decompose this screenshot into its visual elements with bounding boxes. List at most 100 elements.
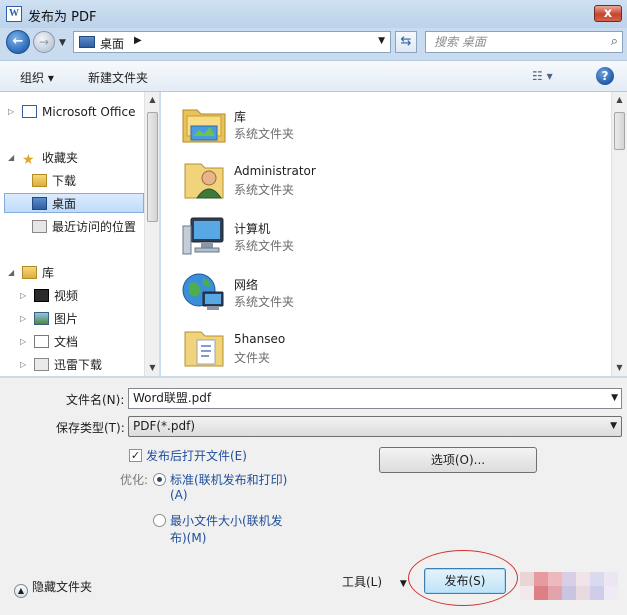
expand-arrow-icon[interactable]: ▷ bbox=[20, 309, 26, 329]
nav-item-pictures[interactable]: ▷ 图片 bbox=[20, 309, 78, 329]
filetype-select[interactable]: PDF(*.pdf) ▼ bbox=[128, 416, 622, 437]
file-list-scroll-thumb[interactable] bbox=[614, 112, 625, 150]
filename-field[interactable]: Word联盟.pdf ▼ bbox=[128, 388, 622, 409]
scroll-down-arrow-icon[interactable]: ▼ bbox=[612, 360, 627, 376]
options-button[interactable]: 选项(O)... bbox=[379, 447, 537, 473]
back-button[interactable]: ← bbox=[6, 30, 30, 54]
scroll-down-arrow-icon[interactable]: ▼ bbox=[145, 360, 159, 376]
library-folder-icon bbox=[181, 102, 227, 146]
forward-button[interactable]: → bbox=[33, 31, 55, 53]
expand-arrow-icon[interactable]: ▷ bbox=[20, 286, 26, 306]
nav-item-downloads[interactable]: 下载 bbox=[32, 171, 76, 191]
close-button[interactable]: x bbox=[594, 5, 622, 22]
address-bar[interactable]: 桌面 ▶ ▼ bbox=[73, 31, 391, 53]
chevron-down-icon[interactable]: ▼ bbox=[378, 36, 385, 46]
organize-menu[interactable]: 组织 ▾ bbox=[20, 69, 54, 86]
help-button[interactable]: ? bbox=[596, 67, 614, 85]
scroll-up-arrow-icon[interactable]: ▲ bbox=[612, 92, 627, 108]
title-bar: W 发布为 PDF x bbox=[0, 0, 627, 28]
nav-item-thunder-download[interactable]: ▷ 迅雷下载 bbox=[20, 355, 102, 375]
file-name: Administrator bbox=[234, 164, 316, 178]
chevron-down-icon[interactable]: ▼ bbox=[400, 579, 407, 589]
filename-label: 文件名(N): bbox=[66, 393, 125, 407]
chevron-down-icon[interactable]: ▼ bbox=[610, 417, 617, 436]
nav-item-recent-places[interactable]: 最近访问的位置 bbox=[32, 217, 136, 237]
open-after-publish-checkbox[interactable]: ✓ bbox=[129, 449, 142, 462]
optimize-standard-radio[interactable] bbox=[153, 473, 166, 486]
open-after-publish-label[interactable]: 发布后打开文件(E) bbox=[146, 447, 247, 464]
optimize-standard-label-line1[interactable]: 标准(联机发布和打印) bbox=[170, 471, 287, 488]
file-type: 系统文件夹 bbox=[234, 127, 295, 141]
file-item-network[interactable]: 网络 系统文件夹 bbox=[181, 266, 601, 318]
star-icon: ★ bbox=[22, 152, 35, 168]
collapse-arrow-icon[interactable]: ◢ bbox=[8, 263, 14, 283]
download-folder-icon bbox=[32, 174, 47, 187]
documents-icon bbox=[34, 335, 49, 348]
expand-arrow-icon[interactable]: ▷ bbox=[8, 102, 14, 122]
collapse-arrow-icon[interactable]: ◢ bbox=[8, 148, 14, 168]
arrow-left-icon: ← bbox=[12, 34, 24, 49]
word-icon bbox=[22, 105, 37, 118]
nav-item-favorites[interactable]: ◢ ★ 收藏夹 bbox=[8, 148, 78, 168]
pixelated-overlay bbox=[520, 566, 627, 606]
file-name: 5hanseo bbox=[234, 332, 286, 346]
optimize-standard-label-line2[interactable]: (A) bbox=[170, 488, 188, 502]
pictures-icon bbox=[34, 312, 49, 325]
file-type: 系统文件夹 bbox=[234, 239, 295, 253]
view-list-icon: ☷ bbox=[532, 69, 543, 83]
highlight-annotation-ring bbox=[408, 550, 518, 606]
chevron-right-icon[interactable]: ▶ bbox=[134, 35, 142, 46]
chevron-up-icon: ▲ bbox=[14, 584, 28, 598]
filetype-label: 保存类型(T): bbox=[56, 421, 125, 435]
file-item-libraries[interactable]: 库 系统文件夹 bbox=[181, 98, 601, 150]
expand-arrow-icon[interactable]: ▷ bbox=[20, 332, 26, 352]
nav-item-microsoft-office[interactable]: ▷ Microsoft Office bbox=[8, 102, 135, 122]
hide-folders-toggle[interactable]: ▲ 隐藏文件夹 bbox=[14, 578, 92, 598]
search-input[interactable]: 搜索 桌面 ⌕ bbox=[425, 31, 623, 53]
file-item-computer[interactable]: 计算机 系统文件夹 bbox=[181, 210, 601, 262]
scroll-up-arrow-icon[interactable]: ▲ bbox=[145, 92, 159, 108]
help-icon: ? bbox=[601, 69, 609, 83]
navigation-pane: ▷ Microsoft Office ◢ ★ 收藏夹 下载 桌面 最近访问的位置 … bbox=[0, 92, 160, 376]
computer-icon bbox=[181, 214, 227, 258]
expand-arrow-icon[interactable]: ▷ bbox=[20, 355, 26, 375]
optimize-minimum-label-line2[interactable]: 布)(M) bbox=[170, 529, 206, 546]
address-location[interactable]: 桌面 bbox=[100, 35, 124, 52]
folder-icon bbox=[181, 326, 227, 370]
nav-scroll-thumb[interactable] bbox=[147, 112, 158, 222]
refresh-icon: ⇆ bbox=[400, 34, 412, 49]
file-item-administrator[interactable]: Administrator 系统文件夹 bbox=[181, 154, 601, 206]
recent-pages-dropdown[interactable]: ▼ bbox=[59, 38, 66, 48]
file-type: 文件夹 bbox=[234, 351, 271, 365]
library-icon bbox=[22, 266, 37, 279]
filetype-value: PDF(*.pdf) bbox=[133, 419, 196, 433]
file-name: 网络 bbox=[234, 278, 259, 292]
file-list-scrollbar[interactable]: ▲ ▼ bbox=[611, 92, 627, 376]
optimize-minimum-label-line1[interactable]: 最小文件大小(联机发 bbox=[170, 512, 283, 529]
user-folder-icon bbox=[181, 158, 227, 202]
nav-item-videos[interactable]: ▷ 视频 bbox=[20, 286, 78, 306]
view-options-button[interactable]: ☷ ▾ bbox=[532, 69, 553, 83]
new-folder-button[interactable]: 新建文件夹 bbox=[88, 69, 148, 86]
nav-item-libraries[interactable]: ◢ 库 bbox=[8, 263, 54, 283]
desktop-icon bbox=[79, 36, 95, 48]
thunder-download-icon bbox=[34, 358, 49, 371]
file-name: 计算机 bbox=[234, 222, 271, 236]
nav-scrollbar[interactable]: ▲ ▼ bbox=[144, 92, 159, 376]
file-item-5hanseo[interactable]: 5hanseo 文件夹 bbox=[181, 322, 601, 374]
arrow-right-icon: → bbox=[38, 35, 50, 49]
nav-item-documents[interactable]: ▷ 文档 bbox=[20, 332, 78, 352]
refresh-button[interactable]: ⇆ bbox=[395, 31, 417, 53]
recent-places-icon bbox=[32, 220, 47, 233]
search-placeholder: 搜索 桌面 bbox=[434, 35, 486, 49]
search-icon[interactable]: ⌕ bbox=[611, 32, 618, 52]
network-globe-icon bbox=[181, 270, 227, 314]
chevron-down-icon[interactable]: ▼ bbox=[611, 389, 618, 408]
file-name: 库 bbox=[234, 110, 247, 124]
filename-value: Word联盟.pdf bbox=[133, 391, 212, 405]
tools-menu[interactable]: 工具(L) ▼ bbox=[342, 573, 407, 590]
file-list: 库 系统文件夹 Administrator 系统文件夹 计算机 系统文件夹 网络… bbox=[161, 92, 627, 376]
optimize-minimum-radio[interactable] bbox=[153, 514, 166, 527]
nav-item-desktop[interactable]: 桌面 bbox=[4, 193, 144, 213]
address-row: ← → ▼ 桌面 ▶ ▼ ⇆ 搜索 桌面 ⌕ bbox=[0, 28, 627, 56]
